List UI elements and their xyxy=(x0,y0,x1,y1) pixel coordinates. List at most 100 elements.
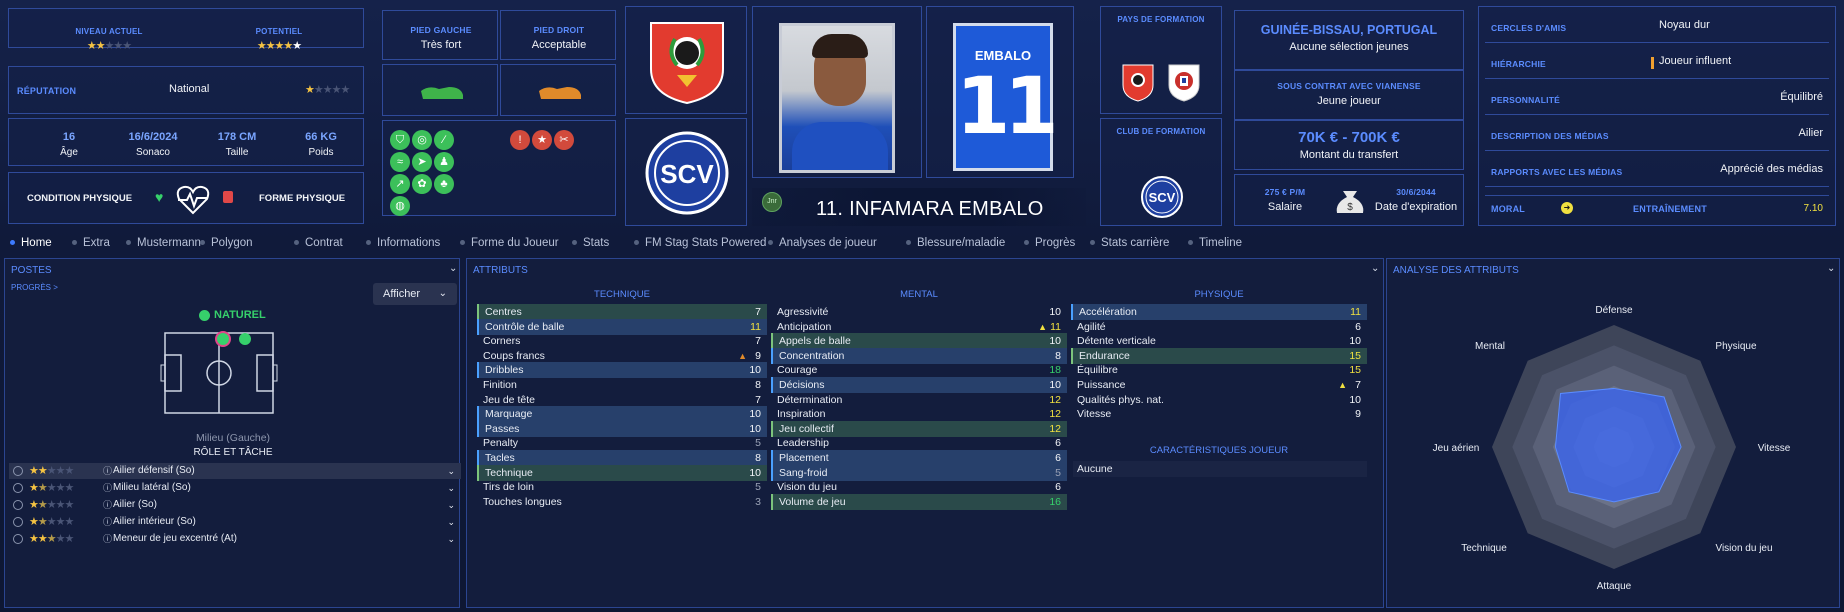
position-marker[interactable] xyxy=(239,333,251,345)
shirt: EMBALO 11 xyxy=(953,23,1059,171)
role-dropdown-icon[interactable]: ⌄ xyxy=(447,497,455,513)
trend-arrow-icon: ▲ xyxy=(1038,321,1047,332)
tab-dot-icon xyxy=(200,240,205,246)
attribute-name: Jeu collectif xyxy=(779,422,834,435)
attribute-name: Jeu de tête xyxy=(483,393,535,406)
attribute-row: Agilité 6 xyxy=(1071,319,1367,335)
tab-contrat[interactable]: Contrat xyxy=(294,237,343,249)
ratings-box: NIVEAU ACTUEL ★★★★★ POTENTIEL ★★★★★ xyxy=(8,8,364,52)
tab-mustermann[interactable]: Mustermann xyxy=(126,237,201,249)
traits-value: Aucune xyxy=(1077,463,1113,475)
attribute-value: 11 xyxy=(1050,320,1061,333)
role-dropdown-icon[interactable]: ⌄ xyxy=(447,480,455,496)
progress-link[interactable]: PROGRÈS > xyxy=(11,283,58,292)
role-row[interactable]: ★★★★★ ⓘ Milieu latéral (So) ⌄ xyxy=(9,480,461,496)
tab-stats-carri-re[interactable]: Stats carrière xyxy=(1090,237,1169,249)
role-radio[interactable] xyxy=(13,534,23,544)
tab-progr-s[interactable]: Progrès xyxy=(1024,237,1075,249)
tab-fm-stag-stats-powered[interactable]: FM Stag Stats Powered xyxy=(634,237,766,249)
info-icon[interactable]: ⓘ xyxy=(103,531,112,547)
attribute-name: Dribbles xyxy=(485,364,524,377)
positions-collapse-icon[interactable]: ⌄ xyxy=(449,263,457,274)
formation-club-crest-icon: SCV xyxy=(1141,176,1183,218)
attribute-value: 3 xyxy=(755,495,761,508)
role-radio[interactable] xyxy=(13,517,23,527)
role-radio[interactable] xyxy=(13,483,23,493)
tab-dot-icon xyxy=(294,240,299,246)
traits-icons-box: ⛉ ◎ ∕ ≈ ➤ ♟ ↗ ✿ ♣ ◍ ! ★ ✂ xyxy=(382,120,616,216)
role-row[interactable]: ★★★★★ ⓘ Ailier intérieur (So) ⌄ xyxy=(9,514,461,530)
moral-label: MORAL xyxy=(1491,204,1525,214)
height-value: 178 CM xyxy=(217,131,257,143)
attribute-value: 6 xyxy=(1055,481,1061,494)
attribute-value: 12 xyxy=(1049,393,1061,406)
tab-informations[interactable]: Informations xyxy=(366,237,440,249)
tab-label: Timeline xyxy=(1199,237,1243,249)
role-dropdown-icon[interactable]: ⌄ xyxy=(447,463,455,479)
tab-dot-icon xyxy=(72,240,77,246)
attribute-name: Technique xyxy=(485,466,533,479)
info-icon[interactable]: ⓘ xyxy=(103,514,112,530)
info-icon[interactable]: ⓘ xyxy=(103,497,112,513)
role-row[interactable]: ★★★★★ ⓘ Ailier défensif (So) ⌄ xyxy=(9,463,461,479)
attributes-panel: ATTRIBUTS ⌄ TECHNIQUE MENTAL PHYSIQUE Ce… xyxy=(466,258,1384,608)
pitch-diagram[interactable] xyxy=(159,329,279,417)
club-crest-text: SCV xyxy=(660,159,714,189)
role-radio[interactable] xyxy=(13,500,23,510)
attribute-row: Vision du jeu 6 xyxy=(771,479,1067,495)
formation-country-label: PAYS DE FORMATION xyxy=(1117,15,1205,24)
federation-badge-icon xyxy=(650,22,724,105)
role-name: Meneur de jeu excentré (At) xyxy=(113,533,237,544)
attribute-name: Agilité xyxy=(1077,320,1106,333)
show-button[interactable]: Afficher ⌄ xyxy=(373,283,457,305)
tab-label: Stats xyxy=(583,237,610,249)
role-dropdown-icon[interactable]: ⌄ xyxy=(447,531,455,547)
attribute-name: Marquage xyxy=(485,408,533,421)
moral-row: MORAL ➜ ENTRAÎNEMENT 7.10 xyxy=(1485,195,1829,219)
attribute-value: 6 xyxy=(1055,452,1061,464)
salary-label: Salaire xyxy=(1267,201,1303,213)
formation-club-box: CLUB DE FORMATION SCV xyxy=(1100,118,1222,226)
weight-label: Poids xyxy=(308,147,334,158)
role-row[interactable]: ★★★★★ ⓘ Meneur de jeu excentré (At) ⌄ xyxy=(9,531,461,547)
attribute-name: Tirs de loin xyxy=(483,481,534,494)
tab-timeline[interactable]: Timeline xyxy=(1188,237,1242,249)
info-icon[interactable]: ⓘ xyxy=(103,463,112,479)
attribute-row: Courage 18 xyxy=(771,362,1067,378)
attribute-name: Équilibre xyxy=(1077,364,1118,377)
radar-axis-label: Technique xyxy=(1461,543,1507,554)
tab-polygon[interactable]: Polygon xyxy=(200,237,253,249)
attribute-row: Contrôle de balle 11 xyxy=(477,318,767,335)
right-boot-box xyxy=(500,64,616,116)
shirt-number: 11 xyxy=(956,62,1059,152)
attribute-row: Passes 10 xyxy=(477,420,767,437)
attribute-name: Sang-froid xyxy=(779,466,828,479)
player-profile-screen: NIVEAU ACTUEL ★★★★★ POTENTIEL ★★★★★ RÉPU… xyxy=(0,0,1844,612)
boots-trait-icon: ≈ xyxy=(390,152,410,172)
attribute-value: 7 xyxy=(755,306,761,318)
role-stars: ★★★★★ xyxy=(29,482,74,494)
tab-analyses-de-joueur[interactable]: Analyses de joueur xyxy=(768,237,877,249)
role-row[interactable]: ★★★★★ ⓘ Ailier (So) ⌄ xyxy=(9,497,461,513)
tab-dot-icon xyxy=(906,240,911,246)
attributes-collapse-icon[interactable]: ⌄ xyxy=(1371,263,1379,274)
tab-forme-du-joueur[interactable]: Forme du Joueur xyxy=(460,237,559,249)
tab-blessure-maladie[interactable]: Blessure/maladie xyxy=(906,237,1005,249)
expiry-label: Date d'expiration xyxy=(1374,201,1458,213)
attribute-radar-chart: Défense Physique Vitesse Vision du jeu Attaq… xyxy=(1433,305,1791,592)
role-dropdown-icon[interactable]: ⌄ xyxy=(447,514,455,530)
attribute-value: 11 xyxy=(1350,306,1361,318)
role-radio[interactable] xyxy=(13,466,23,476)
technique-header: TECHNIQUE xyxy=(594,289,650,300)
attribute-row: Anticipation 11 ▲ xyxy=(771,319,1067,335)
positive-traits: ⛉ ◎ ∕ ≈ ➤ ♟ ↗ ✿ ♣ ◍ xyxy=(389,129,469,217)
tab-stats[interactable]: Stats xyxy=(572,237,609,249)
tab-home[interactable]: Home xyxy=(10,237,52,249)
tab-extra[interactable]: Extra xyxy=(72,237,110,249)
info-icon[interactable]: ⓘ xyxy=(103,480,112,496)
dob-value: 16/6/2024 xyxy=(128,131,178,143)
position-marker-selected[interactable] xyxy=(215,331,231,347)
attribute-row: Leadership 6 xyxy=(771,435,1067,451)
attribute-row: Agressivité 10 xyxy=(771,304,1067,320)
attribute-value: 10 xyxy=(749,422,761,435)
